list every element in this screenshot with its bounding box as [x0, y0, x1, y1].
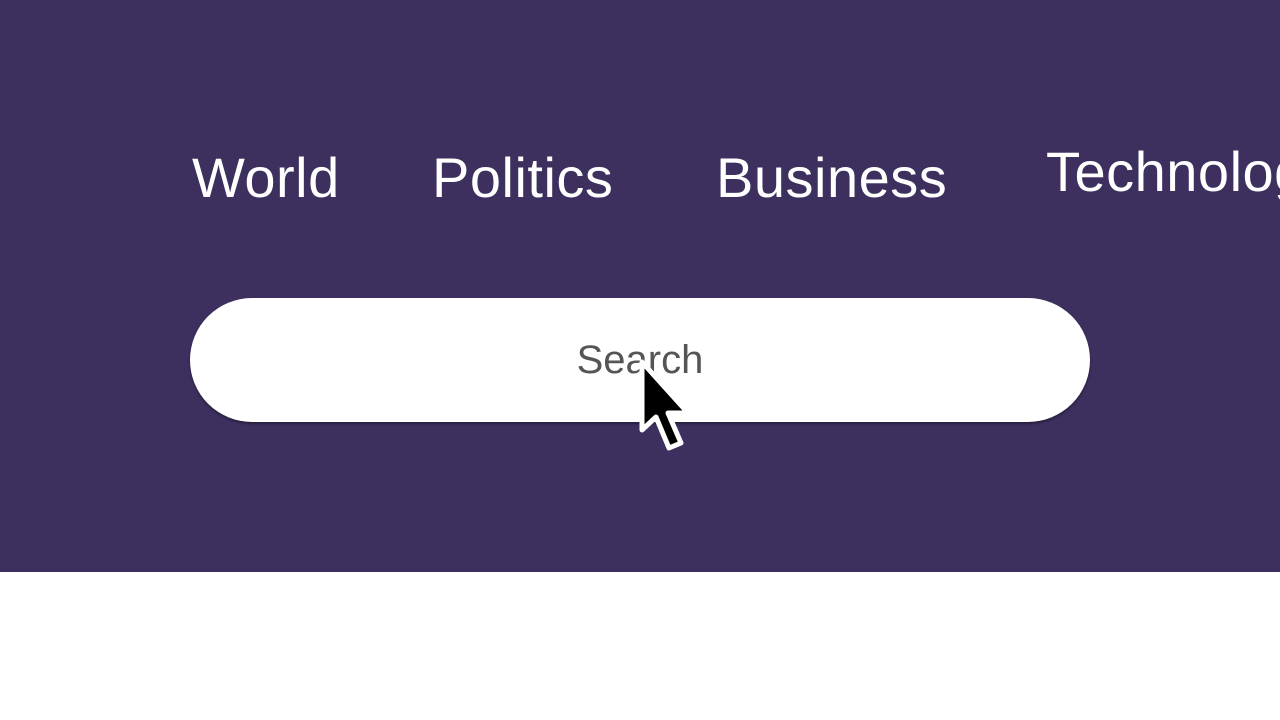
search-bar[interactable]: [190, 298, 1090, 422]
page-content-area: [0, 572, 1280, 720]
nav-item-business[interactable]: Business: [716, 150, 947, 206]
search-input[interactable]: [190, 298, 1090, 422]
site-header: World Politics Business Technology: [0, 0, 1280, 572]
nav-item-technology[interactable]: Technology: [1046, 144, 1280, 200]
nav-item-world[interactable]: World: [192, 150, 340, 206]
nav-item-politics[interactable]: Politics: [432, 150, 613, 206]
